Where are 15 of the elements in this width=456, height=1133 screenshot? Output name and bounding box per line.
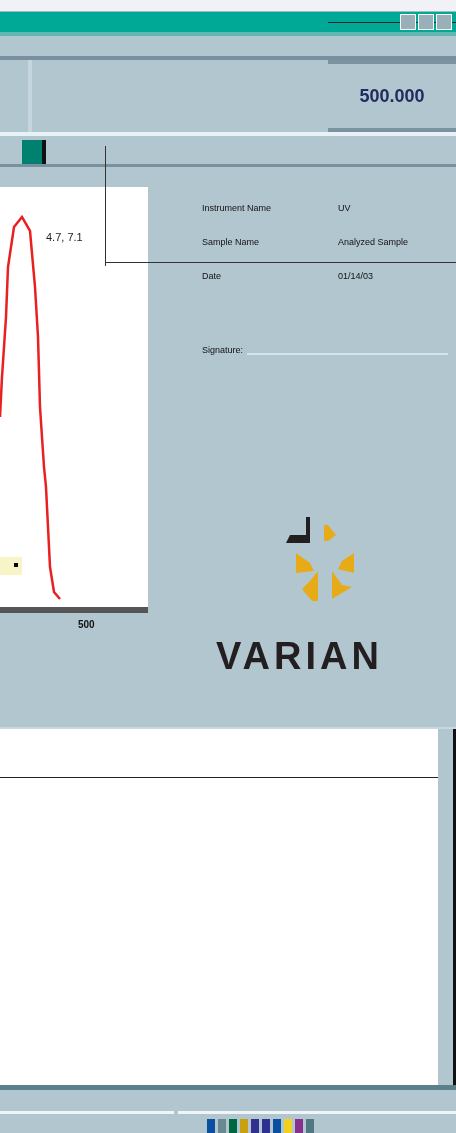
value-field: 500.000 xyxy=(328,60,456,132)
axis-label: 500 xyxy=(78,619,95,630)
signature-label: Signature: xyxy=(202,345,244,355)
info-label: Date xyxy=(202,271,221,283)
info-value: UV xyxy=(338,203,352,215)
info-label: Sample Name xyxy=(202,237,260,249)
window-controls-icon[interactable] xyxy=(400,14,452,30)
info-value: Analyzed Sample xyxy=(338,237,410,249)
info-value: 01/14/03 xyxy=(338,271,375,283)
info-label: Instrument Name xyxy=(202,203,272,215)
logo-text: VARIAN xyxy=(216,635,383,678)
tray-icons-drawing[interactable] xyxy=(207,1119,314,1133)
legend-marker xyxy=(0,557,22,575)
peak-label: 4.7, 7.1 xyxy=(46,231,83,243)
scroll-bar[interactable] xyxy=(438,729,456,1085)
